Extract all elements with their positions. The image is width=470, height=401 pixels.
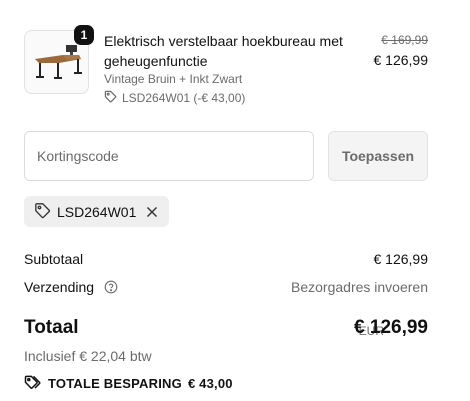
subtotal-label: Subtotaal	[24, 251, 84, 267]
savings-label: TOTALE BESPARING	[48, 376, 182, 391]
shipping-value: Bezorgadres invoeren	[291, 279, 428, 295]
total-value: € 126,99	[354, 317, 428, 338]
applied-discount-code: LSD264W01	[57, 203, 137, 220]
product-discount-label: LSD264W01 (-€ 43,00)	[122, 91, 246, 105]
help-icon[interactable]	[104, 280, 118, 294]
subtotal-value: € 126,99	[373, 251, 429, 267]
close-icon[interactable]	[146, 206, 158, 218]
apply-discount-button[interactable]: Toepassen	[328, 131, 428, 181]
savings-value: € 43,00	[187, 376, 233, 391]
shipping-label: Verzending	[24, 279, 95, 295]
tag-icon	[34, 202, 51, 222]
applied-discount-chip: LSD264W01	[24, 196, 169, 227]
discount-code-input[interactable]	[24, 131, 314, 181]
original-price: € 169,99	[381, 33, 428, 47]
product-variant: Vintage Bruin + Inkt Zwart	[104, 72, 243, 86]
product-discount: LSD264W01 (-€ 43,00)	[104, 90, 245, 106]
tags-icon	[24, 374, 42, 393]
shipping-row: Verzending	[24, 279, 118, 295]
total-savings: TOTALE BESPARING € 43,00	[24, 374, 233, 393]
tax-note: Inclusief € 22,04 btw	[24, 348, 152, 364]
product-price: € 126,99	[373, 52, 429, 68]
total-label: Totaal	[24, 317, 79, 338]
product-title: Elektrisch verstelbaar hoekbureau met ge…	[104, 33, 343, 69]
quantity-badge: 1	[74, 25, 94, 45]
tag-icon	[104, 90, 117, 106]
corner-desk-image	[35, 45, 82, 79]
